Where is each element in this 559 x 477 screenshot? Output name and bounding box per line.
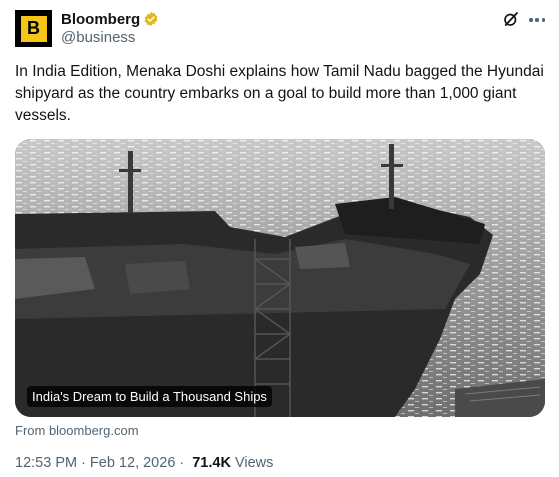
tweet-date[interactable]: Feb 12, 2026 — [90, 455, 175, 471]
more-options-icon[interactable] — [528, 11, 546, 29]
author-name-row: Bloomberg — [61, 10, 159, 28]
meta-separator: · — [179, 455, 185, 471]
link-card[interactable]: India's Dream to Build a Thousand Ships — [15, 139, 545, 417]
avatar[interactable]: B — [15, 10, 52, 47]
grok-icon[interactable] — [502, 10, 520, 28]
verified-badge-icon[interactable] — [143, 11, 159, 27]
ship-photo — [15, 139, 545, 417]
meta-separator: · — [81, 455, 86, 471]
tweet-time[interactable]: 12:53 PM — [15, 455, 77, 471]
author-handle[interactable]: @business — [61, 29, 135, 46]
tweet-text: In India Edition, Menaka Doshi explains … — [15, 63, 544, 124]
tweet-meta: 12:53 PM · Feb 12, 2026 · 71.4K Views — [15, 455, 273, 471]
views-count[interactable]: 71.4K — [192, 455, 231, 471]
card-source-link[interactable]: From bloomberg.com — [15, 423, 139, 438]
card-title: India's Dream to Build a Thousand Ships — [27, 386, 272, 407]
author-display-name[interactable]: Bloomberg — [61, 11, 140, 28]
avatar-logo: B — [20, 15, 47, 42]
views-label: Views — [234, 455, 274, 471]
